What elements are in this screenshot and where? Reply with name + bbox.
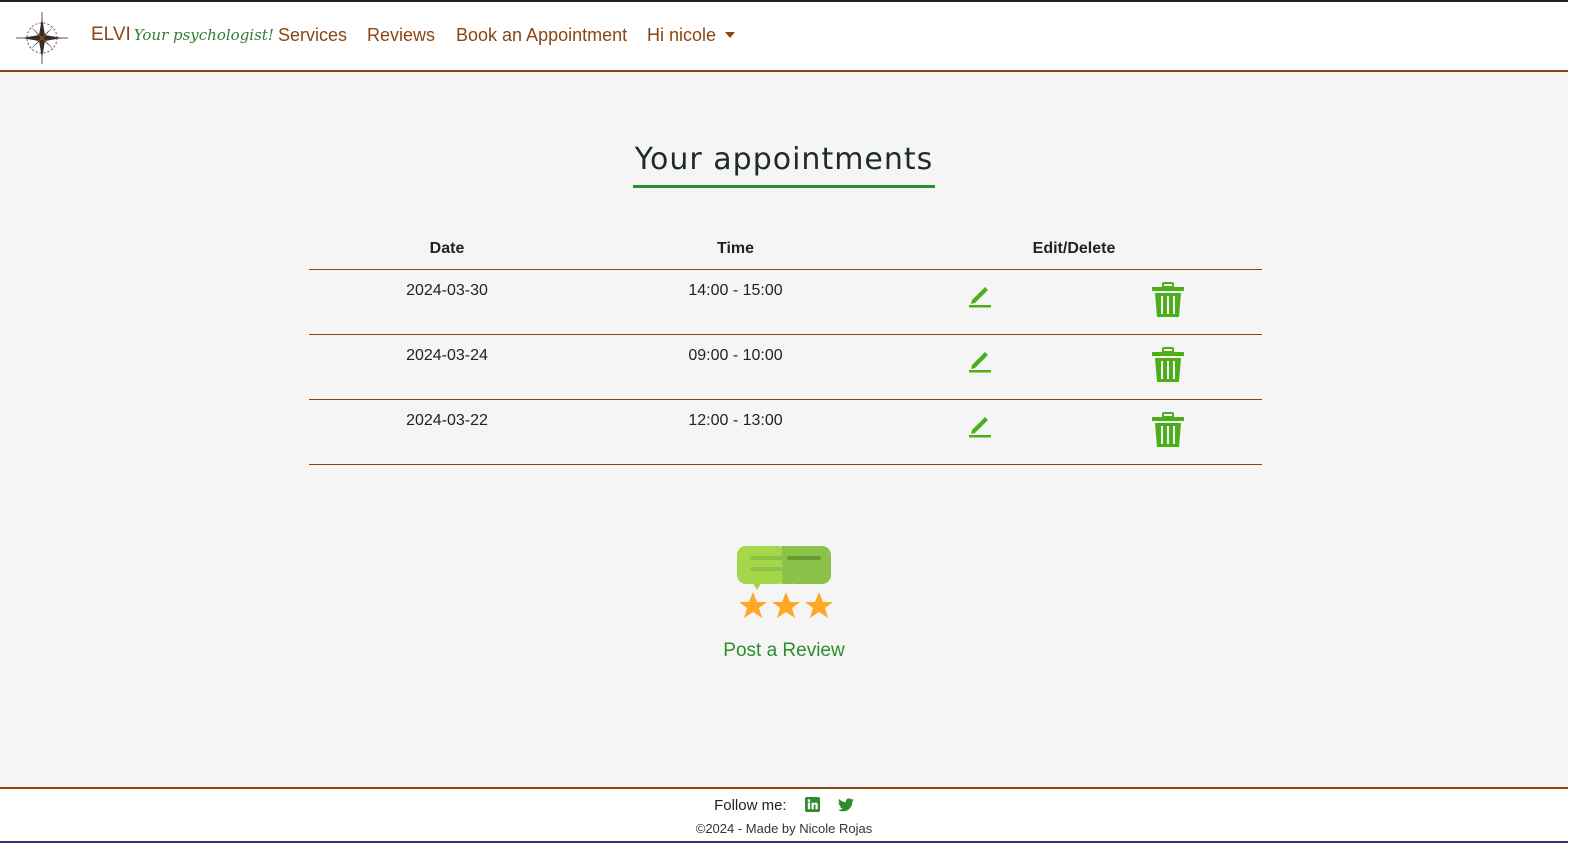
edit-button[interactable] xyxy=(967,282,993,313)
trash-icon xyxy=(1152,281,1184,317)
delete-button[interactable] xyxy=(1151,346,1185,388)
post-review-link[interactable]: Post a Review xyxy=(723,640,844,662)
appointment-time: 12:00 - 13:00 xyxy=(585,399,886,465)
review-stars-icon[interactable] xyxy=(732,542,836,626)
appointment-time: 09:00 - 10:00 xyxy=(585,334,886,400)
linkedin-link[interactable] xyxy=(804,797,820,816)
user-menu-dropdown[interactable]: Hi nicole xyxy=(647,25,736,46)
caret-down-icon xyxy=(725,32,736,38)
window-bottom-edge xyxy=(0,841,1568,852)
copyright: ©2024 - Made by Nicole Rojas xyxy=(695,821,873,836)
delete-button[interactable] xyxy=(1151,411,1185,453)
appointments-table: Date Time Edit/Delete 2024-03-30 14:00 -… xyxy=(309,234,1262,465)
column-header-date: Date xyxy=(309,234,585,270)
brand-tagline: Your psychologist! xyxy=(133,26,274,44)
footer: Follow me: ©2024 - Made by Nicole Rojas xyxy=(0,787,1568,843)
twitter-icon xyxy=(837,798,854,812)
edit-cell xyxy=(886,269,1074,335)
page: ELVI Your psychologist! Services Reviews … xyxy=(0,0,1568,843)
page-heading-wrap: Your appointments xyxy=(0,142,1568,188)
edit-button[interactable] xyxy=(967,412,993,443)
appointment-date: 2024-03-24 xyxy=(309,334,585,400)
appointment-date: 2024-03-22 xyxy=(309,399,585,465)
nav-link-reviews[interactable]: Reviews xyxy=(367,25,435,46)
delete-cell xyxy=(1074,334,1262,400)
table-row: 2024-03-30 14:00 - 15:00 xyxy=(309,269,1262,335)
table-row: 2024-03-24 09:00 - 10:00 xyxy=(309,334,1262,400)
column-header-time: Time xyxy=(585,234,886,270)
appointment-date: 2024-03-30 xyxy=(309,269,585,335)
brand-name: ELVI xyxy=(91,24,131,45)
edit-button[interactable] xyxy=(967,347,993,378)
appointment-time: 14:00 - 15:00 xyxy=(585,269,886,335)
pencil-icon xyxy=(969,286,991,307)
pencil-icon xyxy=(969,416,991,437)
nav-link-book-appointment[interactable]: Book an Appointment xyxy=(456,25,627,46)
review-section: Post a Review xyxy=(0,542,1568,662)
follow-row: Follow me: xyxy=(0,797,1568,816)
scrollbar-gutter xyxy=(1568,0,1589,852)
table-row: 2024-03-22 12:00 - 13:00 xyxy=(309,399,1262,465)
edit-cell xyxy=(886,399,1074,465)
compass-logo-icon[interactable] xyxy=(14,10,70,66)
table-header-row: Date Time Edit/Delete xyxy=(309,234,1262,270)
delete-cell xyxy=(1074,269,1262,335)
twitter-link[interactable] xyxy=(837,798,854,816)
trash-icon xyxy=(1152,411,1184,447)
page-title: Your appointments xyxy=(632,142,936,188)
navbar: ELVI Your psychologist! Services Reviews … xyxy=(0,2,1568,72)
column-header-edit-delete: Edit/Delete xyxy=(886,234,1262,270)
edit-cell xyxy=(886,334,1074,400)
user-menu-label: Hi nicole xyxy=(647,25,717,45)
nav-link-services[interactable]: Services xyxy=(278,25,347,46)
follow-label: Follow me: xyxy=(714,797,787,814)
delete-cell xyxy=(1074,399,1262,465)
brand[interactable]: ELVI Your psychologist! xyxy=(91,24,274,46)
delete-button[interactable] xyxy=(1151,281,1185,323)
pencil-icon xyxy=(969,351,991,372)
trash-icon xyxy=(1152,346,1184,382)
linkedin-icon xyxy=(804,797,820,812)
